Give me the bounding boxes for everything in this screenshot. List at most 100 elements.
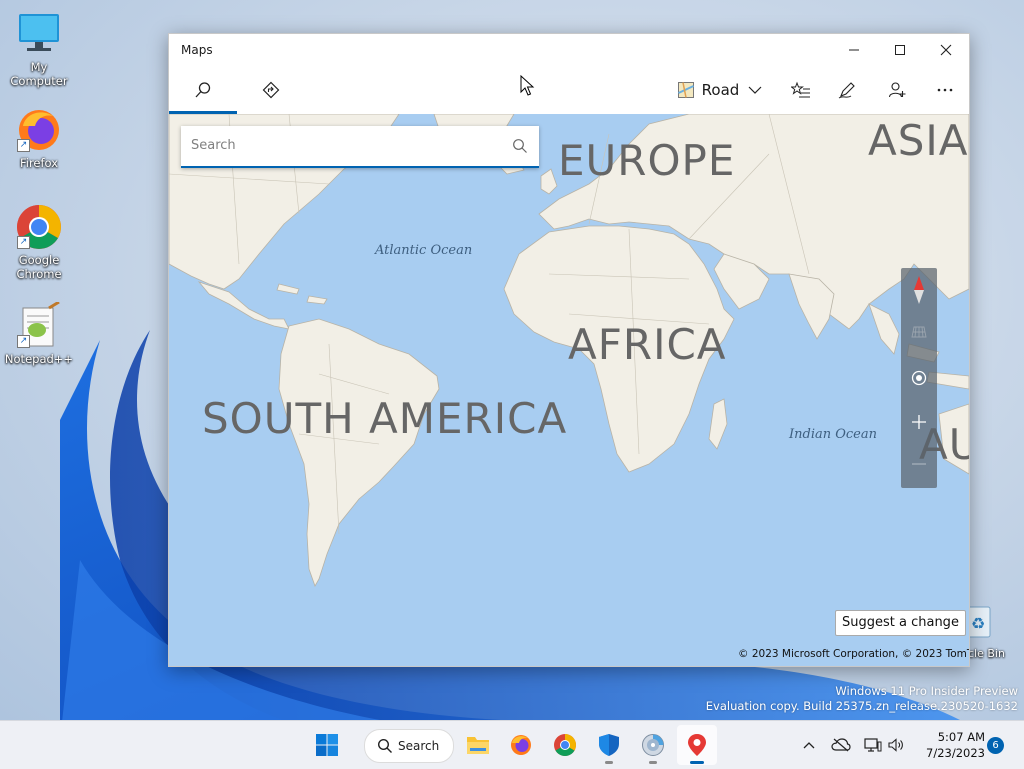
onedrive-tray-button[interactable] [828, 721, 854, 769]
world-map-graphic [169, 114, 969, 587]
chevron-up-icon [803, 742, 815, 749]
maximize-icon [895, 45, 905, 55]
title-bar[interactable]: Maps [169, 34, 969, 66]
running-indicator [649, 761, 657, 764]
zoom-out-button[interactable] [901, 446, 937, 482]
map-style-dropdown[interactable]: Road [675, 66, 765, 114]
road-map-icon [677, 82, 694, 98]
sign-in-button[interactable] [875, 66, 919, 114]
ocean-label: Indian Ocean [789, 427, 877, 442]
taskbar-maps[interactable] [677, 725, 717, 765]
maps-window: Maps Road Search EUROPE ASIA AFRICA SOUT… [168, 33, 970, 667]
taskbar-file-explorer[interactable] [458, 725, 498, 765]
favorites-button[interactable] [779, 66, 823, 114]
disc-icon [642, 734, 664, 756]
window-title: Maps [181, 43, 213, 57]
chrome-icon [554, 734, 576, 756]
map-copyright: © 2023 Microsoft Corporation, © 2023 Tom… [738, 648, 969, 660]
add-person-icon [888, 82, 906, 98]
suggest-change-button[interactable]: Suggest a change [835, 610, 966, 636]
close-icon [940, 44, 952, 56]
continent-label: SOUTH AMERICA [202, 394, 568, 443]
desktop-icon-label: Firefox [19, 156, 59, 170]
ink-button[interactable] [825, 66, 869, 114]
map-pin-icon [688, 734, 706, 756]
firefox-icon: ↗ [15, 106, 63, 154]
taskbar-firefox[interactable] [501, 725, 541, 765]
taskbar-search-label: Search [398, 739, 440, 753]
search-submit-icon[interactable] [512, 138, 528, 154]
network-icon [864, 738, 882, 752]
continent-label: EUROPE [558, 136, 736, 185]
network-tray-button[interactable] [860, 721, 886, 769]
show-hidden-icons-button[interactable] [798, 721, 820, 769]
more-options-button[interactable] [923, 66, 967, 114]
mouse-cursor-icon [520, 75, 535, 96]
volume-tray-button[interactable] [885, 721, 907, 769]
svg-text:♻: ♻ [971, 614, 985, 633]
maximize-button[interactable] [877, 34, 923, 66]
search-icon [377, 738, 392, 753]
pen-icon [838, 82, 855, 99]
locate-me-button[interactable] [901, 360, 937, 396]
taskbar-search-button[interactable]: Search [364, 729, 454, 763]
shortcut-arrow-icon: ↗ [17, 335, 30, 348]
continent-label: ASIA [868, 116, 969, 165]
close-button[interactable] [923, 34, 969, 66]
desktop-icon-firefox[interactable]: ↗ Firefox [1, 106, 77, 170]
recycle-bin-label: cle Bin [968, 647, 1005, 660]
search-tab[interactable] [181, 66, 225, 114]
clock-time: 5:07 AM [937, 730, 985, 744]
taskbar-windows-security[interactable] [589, 725, 629, 765]
windows-logo-icon [316, 734, 338, 756]
notepad-plus-plus-icon: ↗ [15, 300, 63, 350]
maps-toolbar: Road [169, 66, 969, 114]
map-search-box[interactable] [181, 126, 539, 168]
compass-button[interactable] [901, 272, 937, 308]
zoom-in-button[interactable] [901, 404, 937, 440]
clock-date: 7/23/2023 [926, 746, 985, 760]
minimize-icon [849, 49, 859, 51]
chevron-down-icon [748, 86, 762, 94]
taskbar-chrome[interactable] [545, 725, 585, 765]
shield-icon [599, 734, 619, 756]
continent-label: AFRICA [568, 320, 727, 369]
favorites-list-icon [791, 81, 810, 98]
folder-icon [467, 737, 489, 754]
computer-icon [15, 10, 63, 58]
chrome-icon: ↗ [15, 203, 63, 251]
taskbar-clock[interactable]: 5:07 AM 7/23/2023 [915, 729, 985, 761]
firefox-icon [511, 735, 531, 755]
shortcut-arrow-icon: ↗ [17, 236, 30, 249]
desktop-icon-my-computer[interactable]: My Computer [1, 10, 77, 88]
start-button[interactable] [307, 725, 347, 765]
search-input[interactable] [191, 135, 491, 155]
desktop-icon-notepad-plus-plus[interactable]: ↗ Notepad++ [1, 300, 77, 366]
shortcut-arrow-icon: ↗ [17, 139, 30, 152]
notification-badge[interactable]: 6 [987, 737, 1004, 754]
map-style-label: Road [701, 81, 740, 99]
map-canvas[interactable]: EUROPE ASIA AFRICA SOUTH AMERICA AU Atla… [169, 114, 969, 666]
speaker-icon [888, 738, 903, 752]
plus-icon [912, 415, 926, 429]
running-indicator [605, 761, 613, 764]
taskbar: Search 5:07 AM 7/23/2023 6 [0, 720, 1024, 769]
desktop-icon-google-chrome[interactable]: ↗ Google Chrome [1, 203, 77, 281]
minus-icon [912, 463, 926, 465]
desktop-icon-label: Google Chrome [16, 253, 62, 281]
taskbar-media-player[interactable] [633, 725, 673, 765]
ocean-label: Atlantic Ocean [375, 243, 473, 258]
active-app-indicator [690, 761, 704, 764]
more-icon [937, 88, 953, 92]
location-icon [911, 370, 927, 386]
desktop-icon-label: My Computer [10, 60, 68, 88]
minimize-button[interactable] [831, 34, 877, 66]
watermark-line2: Evaluation copy. Build 25375.zn_release.… [705, 699, 1018, 713]
evaluation-watermark: Windows 11 Pro Insider Preview Evaluatio… [706, 684, 1018, 714]
tilt-grid-icon [911, 326, 927, 338]
directions-icon [262, 81, 280, 99]
map-controls-panel [901, 268, 937, 488]
search-icon [195, 82, 211, 98]
directions-tab[interactable] [249, 66, 293, 114]
tilt-button[interactable] [901, 314, 937, 350]
